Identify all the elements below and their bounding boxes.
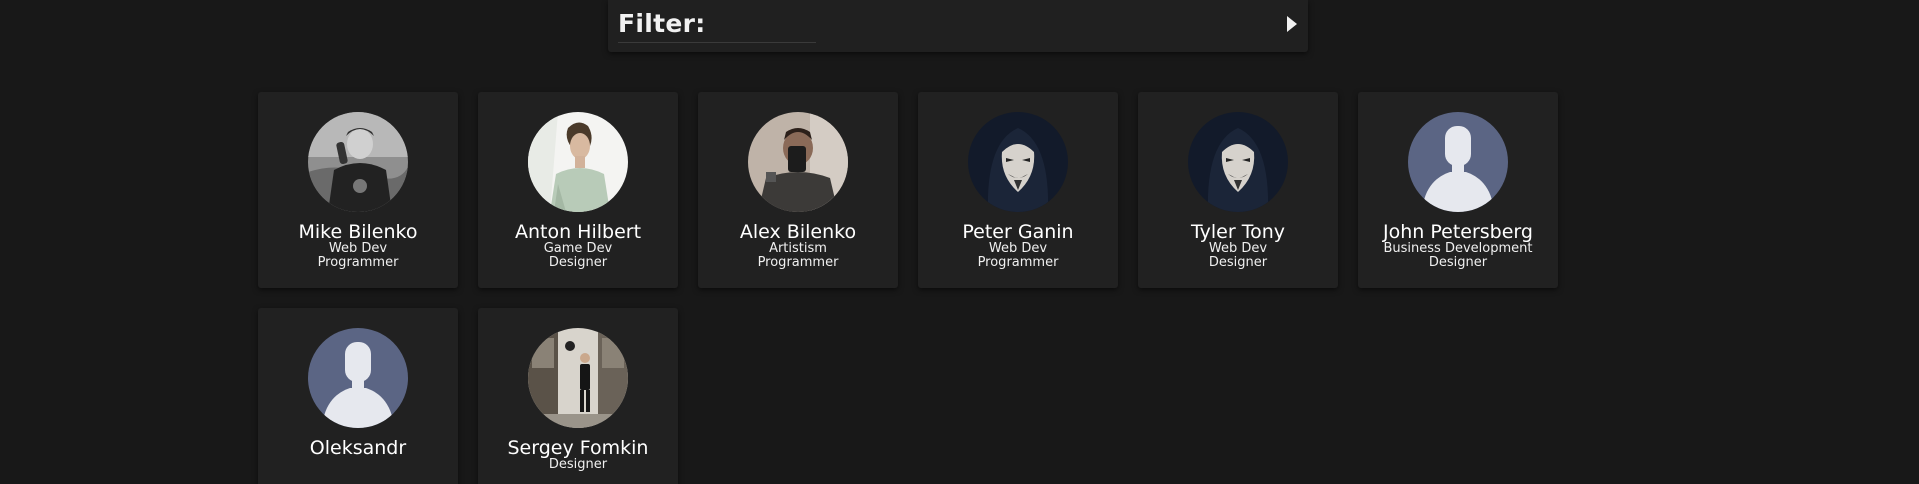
filter-label: Filter: <box>618 9 706 38</box>
person-card[interactable]: Sergey Fomkin Designer <box>478 308 678 484</box>
person-role: Designer <box>1428 254 1488 270</box>
person-name: Anton Hilbert <box>514 221 642 243</box>
avatar <box>748 112 848 212</box>
avatar <box>528 328 628 428</box>
person-card[interactable]: Tyler Tony Web Dev Designer <box>1138 92 1338 288</box>
person-roles: Web Dev Programmer <box>258 242 458 269</box>
person-card[interactable]: Peter Ganin Web Dev Programmer <box>918 92 1118 288</box>
person-roles: Web Dev Programmer <box>918 242 1118 269</box>
person-role: Game Dev <box>543 241 613 256</box>
person-role: Programmer <box>977 254 1059 270</box>
person-name: Mike Bilenko <box>298 221 418 243</box>
avatar-placeholder <box>1408 112 1508 212</box>
person-name: John Petersberg <box>1383 221 1533 243</box>
user-silhouette-icon <box>1408 112 1508 212</box>
person-name: Sergey Fomkin <box>507 437 649 459</box>
avatar <box>528 112 628 212</box>
person-card[interactable]: Alex Bilenko Artistism Programmer <box>698 92 898 288</box>
person-role: Web Dev <box>328 241 388 256</box>
avatar-photo <box>968 112 1068 212</box>
person-card[interactable]: John Petersberg Business Development Desig… <box>1358 92 1558 288</box>
people-grid: Mike Bilenko Web Dev Programmer Anton Hilbe… <box>258 92 1578 484</box>
avatar <box>968 112 1068 212</box>
user-silhouette-icon <box>308 328 408 428</box>
person-role: Web Dev <box>1208 241 1268 256</box>
person-role: Artistism <box>769 241 827 256</box>
avatar-photo <box>528 112 628 212</box>
person-card[interactable]: Anton Hilbert Game Dev Designer <box>478 92 678 288</box>
person-roles: Artistism Programmer <box>698 242 898 269</box>
person-role: Programmer <box>317 254 399 270</box>
avatar-photo <box>308 112 408 212</box>
avatar-photo <box>748 112 848 212</box>
person-card[interactable]: Mike Bilenko Web Dev Programmer <box>258 92 458 288</box>
person-name: Peter Ganin <box>962 221 1074 243</box>
person-role: Designer <box>548 254 608 270</box>
avatar-photo <box>1188 112 1288 212</box>
person-role: Web Dev <box>988 241 1048 256</box>
person-role: Programmer <box>757 254 839 270</box>
avatar-photo <box>528 328 628 428</box>
avatar <box>1188 112 1288 212</box>
avatar-placeholder <box>308 328 408 428</box>
person-name: Oleksandr <box>309 437 407 459</box>
triangle-right-icon <box>1287 16 1297 32</box>
person-roles: Designer <box>478 458 678 472</box>
avatar <box>308 112 408 212</box>
page: Filter: Mike Bilenko Web Dev Programmer Ant… <box>0 0 1919 484</box>
person-role: Designer <box>548 457 608 472</box>
person-card[interactable]: Oleksandr <box>258 308 458 484</box>
filter-underline <box>618 42 816 43</box>
person-name: Alex Bilenko <box>739 221 857 243</box>
filter-bar: Filter: <box>608 0 1308 52</box>
person-role: Designer <box>1208 254 1268 270</box>
person-roles: Web Dev Designer <box>1138 242 1338 269</box>
filter-expand-toggle[interactable] <box>1284 14 1300 34</box>
person-role: Business Development <box>1383 241 1533 256</box>
person-name: Tyler Tony <box>1191 221 1285 243</box>
person-roles: Business Development Designer <box>1358 242 1558 269</box>
person-roles: Game Dev Designer <box>478 242 678 269</box>
